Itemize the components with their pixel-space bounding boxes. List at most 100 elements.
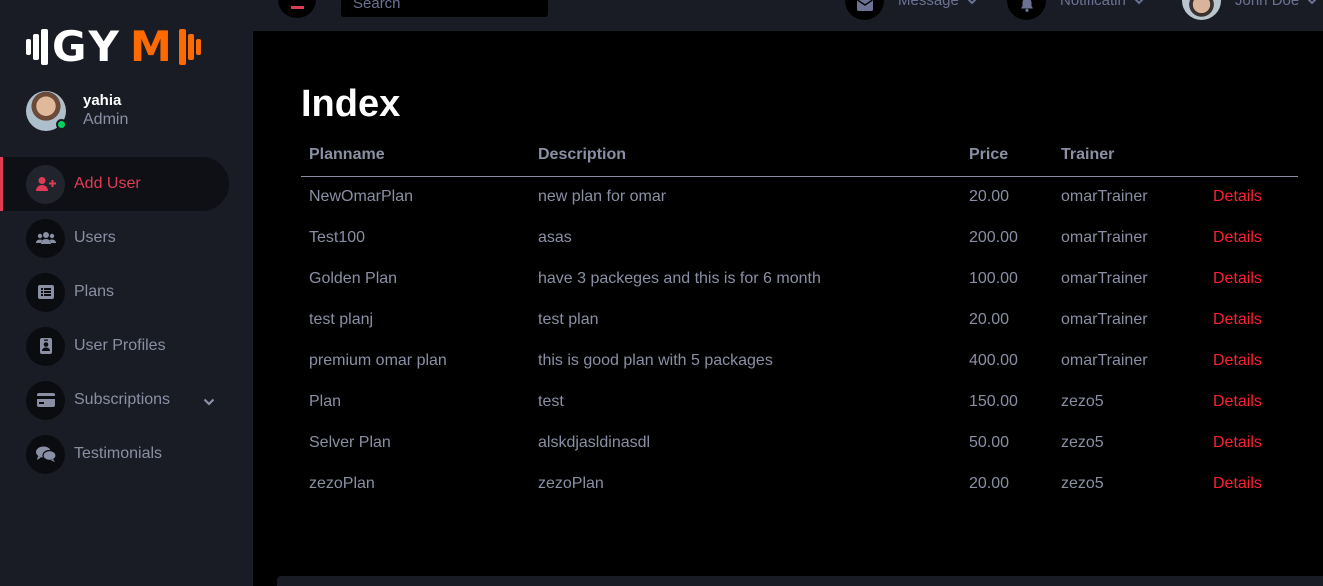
cell-description: have 3 packeges and this is for 6 month (538, 269, 821, 287)
table-header-row: Planname Description Price Trainer (301, 135, 1298, 177)
sidebar-item-testimonials[interactable]: Testimonials (0, 427, 253, 481)
main-content: Index Planname Description Price Trainer… (278, 59, 1323, 576)
cell-planname: Test100 (309, 228, 366, 246)
list-icon (26, 272, 65, 312)
cell-price: 100.00 (969, 269, 1018, 287)
sidebar-item-subscriptions[interactable]: Subscriptions (0, 373, 253, 427)
id-badge-icon (26, 326, 65, 366)
top-navbar: Message Notificatin John Doe (253, 0, 1323, 31)
cell-planname: premium omar plan (309, 351, 447, 369)
cell-price: 20.00 (969, 474, 1010, 492)
profile-dropdown[interactable]: John Doe (1182, 0, 1317, 20)
cell-actions: Details (1205, 258, 1298, 299)
cell-trainer: zezo5 (1061, 433, 1104, 451)
cell-trainer: omarTrainer (1061, 228, 1148, 246)
sidebar-nav: Add User Users Plans User Profiles Subsc… (0, 157, 253, 481)
search-input[interactable] (341, 0, 548, 17)
chevron-down-icon (967, 0, 977, 9)
cell-planname: NewOmarPlan (309, 187, 414, 205)
chevron-down-icon[interactable] (203, 393, 215, 411)
details-link[interactable]: Details (1213, 270, 1262, 287)
cell-price: 400.00 (969, 351, 1018, 369)
sidebar-item-plans[interactable]: Plans (0, 265, 253, 319)
gym-logo[interactable]: GY M (26, 26, 201, 68)
cell-description: asas (538, 228, 572, 246)
page-title: Index (301, 83, 401, 125)
cell-price: 150.00 (969, 392, 1018, 410)
sidebar-item-label: Users (74, 229, 116, 246)
online-status-indicator (56, 119, 67, 130)
cell-trainer: omarTrainer (1061, 269, 1148, 287)
sidebar-item-users[interactable]: Users (0, 211, 253, 265)
table-row: zezoPlan zezoPlan 20.00 zezo5 Details (301, 463, 1298, 504)
chevron-down-icon (1134, 0, 1144, 9)
profile-name: yahia (83, 92, 122, 109)
column-header-actions (1205, 135, 1298, 177)
sidebar-item-label: Plans (74, 283, 115, 300)
cell-planname: Selver Plan (309, 433, 391, 451)
cell-description: alskdjasldinasdl (538, 433, 651, 451)
cell-actions: Details (1205, 217, 1298, 258)
details-link[interactable]: Details (1213, 229, 1262, 246)
cell-actions: Details (1205, 176, 1298, 217)
cell-trainer: zezo5 (1061, 474, 1104, 492)
dumbbell-right-icon (178, 29, 201, 65)
table-row: premium omar plan this is good plan with … (301, 340, 1298, 381)
logo-text-m: M (129, 22, 175, 71)
credit-card-icon (26, 380, 65, 420)
cell-actions: Details (1205, 299, 1298, 340)
sidebar-item-label: User Profiles (74, 337, 166, 354)
details-link[interactable]: Details (1213, 311, 1262, 328)
dumbbell-left-icon (26, 29, 48, 65)
cell-planname: zezoPlan (309, 474, 375, 492)
cell-planname: Golden Plan (309, 269, 398, 287)
details-link[interactable]: Details (1213, 434, 1262, 451)
column-header-price: Price (961, 135, 1053, 177)
cell-description: new plan for omar (538, 187, 667, 205)
cell-actions: Details (1205, 340, 1298, 381)
cell-trainer: omarTrainer (1061, 187, 1148, 205)
cell-description: test (538, 392, 564, 410)
details-link[interactable]: Details (1213, 475, 1262, 492)
cell-description: this is good plan with 5 packages (538, 351, 773, 369)
details-link[interactable]: Details (1213, 393, 1262, 410)
sidebar: GY M yahia Admin Add User Users Plans Us… (0, 0, 253, 586)
cell-actions: Details (1205, 422, 1298, 463)
cell-planname: test planj (309, 310, 374, 328)
table-row: Golden Plan have 3 packeges and this is f… (301, 258, 1298, 299)
hamburger-icon (291, 6, 304, 9)
notifications-dropdown[interactable]: Notificatin (1007, 0, 1144, 20)
sidebar-item-add-user[interactable]: Add User (0, 157, 229, 211)
cell-price: 20.00 (969, 310, 1010, 328)
profile-dropdown-name: John Doe (1235, 0, 1300, 9)
sidebar-item-label: Testimonials (74, 445, 163, 462)
menu-toggle-button[interactable] (278, 0, 316, 18)
column-header-description: Description (530, 135, 961, 177)
sidebar-profile[interactable]: yahia Admin (26, 91, 128, 131)
table-row: Test100 asas 200.00 omarTrainer Details (301, 217, 1298, 258)
table-row: NewOmarPlan new plan for omar 20.00 omarTra… (301, 176, 1298, 217)
cell-price: 20.00 (969, 187, 1010, 205)
cell-trainer: omarTrainer (1061, 351, 1148, 369)
envelope-icon (845, 0, 884, 20)
notifications-label: Notificatin (1060, 0, 1126, 9)
table-row: test planj test plan 20.00 omarTrainer Detai… (301, 299, 1298, 340)
column-header-trainer: Trainer (1053, 135, 1205, 177)
table-row: Selver Plan alskdjasldinasdl 50.00 zezo5 Det… (301, 422, 1298, 463)
bell-icon (1007, 0, 1046, 20)
messages-dropdown[interactable]: Message (845, 0, 977, 20)
avatar (1182, 0, 1221, 20)
chevron-down-icon (1307, 0, 1317, 9)
sidebar-item-user-profiles[interactable]: User Profiles (0, 319, 253, 373)
cell-description: zezoPlan (538, 474, 604, 492)
cell-actions: Details (1205, 381, 1298, 422)
details-link[interactable]: Details (1213, 352, 1262, 369)
comments-icon (26, 434, 65, 474)
details-link[interactable]: Details (1213, 188, 1262, 205)
logo-text-gy: GY (52, 22, 122, 71)
users-icon (26, 218, 65, 258)
cell-actions: Details (1205, 463, 1298, 504)
footer-bar (277, 576, 1323, 586)
avatar (26, 91, 67, 131)
cell-planname: Plan (309, 392, 342, 410)
